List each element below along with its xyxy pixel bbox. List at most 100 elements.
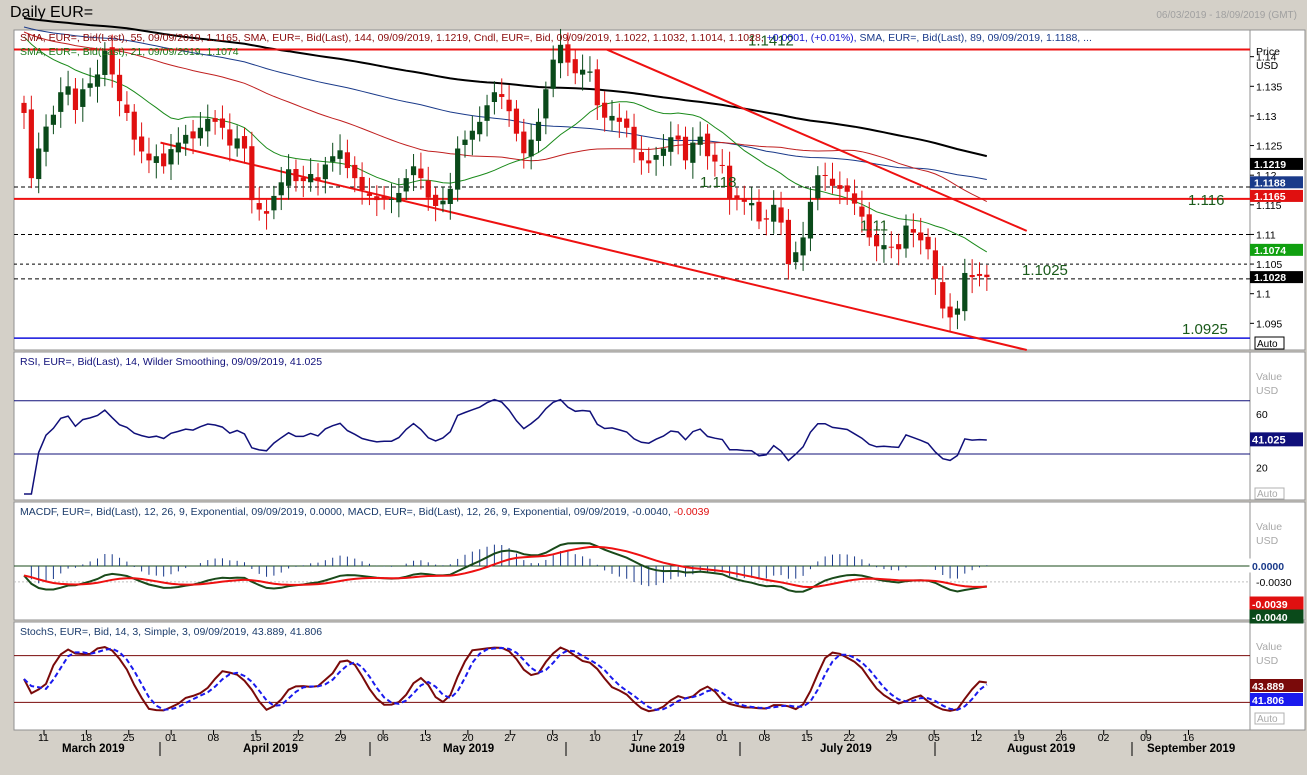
candle-body	[910, 229, 916, 233]
month-label: June 2019	[629, 743, 685, 755]
candle-body	[888, 246, 894, 248]
candle-body	[513, 108, 520, 134]
x-tick-label: 02	[1098, 732, 1110, 744]
candle-body	[925, 236, 931, 250]
level-annotation: 1.11	[860, 217, 888, 234]
x-tick-label: 12	[971, 732, 983, 744]
candle-body	[131, 111, 137, 140]
candle-body	[543, 89, 549, 119]
candle-body	[793, 252, 799, 263]
macd-tag-label: -0.0040	[1252, 612, 1288, 624]
rsi-legend: RSI, EUR=, Bid(Last), 14, Wilder Smoothi…	[20, 356, 322, 368]
candle-body	[161, 153, 167, 167]
candle-body	[94, 74, 101, 87]
price-tick-label: 1.105	[1256, 259, 1282, 271]
macd-tag-label: 0.0000	[1252, 561, 1284, 573]
candle-body	[286, 169, 292, 186]
candle-body	[918, 232, 924, 241]
candle-body	[359, 176, 365, 190]
candle-body	[374, 196, 380, 201]
candle-body	[308, 174, 314, 183]
x-tick-label: 29	[335, 732, 347, 744]
candle-body	[293, 169, 299, 182]
chart-svg[interactable]: 1.141.1351.131.1251.121.1151.111.1051.11…	[0, 0, 1307, 775]
candle-body	[278, 182, 284, 196]
candle-body	[499, 94, 505, 97]
candle-body	[763, 218, 769, 220]
price-tag-label: 1.1188	[1254, 177, 1286, 189]
candle-body	[719, 164, 725, 166]
candle-body	[477, 121, 483, 135]
macd-legend: MACDF, EUR=, Bid(Last), 12, 26, 9, Expon…	[20, 506, 709, 518]
candle-body	[587, 71, 593, 73]
candle-body	[65, 86, 71, 95]
candle-body	[535, 121, 542, 141]
candle-body	[241, 136, 248, 149]
month-label: April 2019	[243, 743, 298, 755]
candle-body	[800, 237, 806, 256]
candle-body	[190, 131, 196, 139]
candle-body	[624, 118, 630, 128]
x-tick-label: 06	[377, 732, 389, 744]
candle-body	[660, 148, 667, 156]
rsi-panel[interactable]	[13, 351, 1251, 501]
candle-body	[484, 105, 490, 121]
price-axis-title-1: Price	[1256, 46, 1280, 58]
candle-body	[396, 192, 402, 203]
candle-body	[330, 156, 336, 162]
stoch-panel[interactable]	[13, 621, 1251, 731]
candle-body	[87, 83, 93, 88]
price-tag-label: 1.1074	[1254, 245, 1286, 257]
candle-body	[859, 206, 865, 217]
price-tick-label: 1.11	[1256, 229, 1276, 241]
candle-body	[874, 235, 880, 247]
candle-body	[896, 244, 902, 250]
rsi-tick-label: 20	[1256, 462, 1268, 474]
candle-body	[557, 44, 564, 64]
candle-body	[976, 273, 983, 276]
x-tick-label: 05	[928, 732, 940, 744]
candle-body	[43, 126, 49, 152]
price-tick-label: 1.095	[1256, 318, 1282, 330]
candle-body	[704, 133, 711, 157]
x-tick-label: 01	[716, 732, 728, 744]
candle-body	[734, 195, 740, 199]
candle-body	[72, 88, 79, 110]
candle-body	[785, 219, 791, 265]
rsi-axis-title-2: USD	[1256, 385, 1279, 397]
level-annotation: 1.0925	[1182, 321, 1228, 338]
candle-body	[653, 155, 659, 160]
candle-body	[322, 164, 328, 180]
month-label: July 2019	[820, 743, 872, 755]
macd-axis-title-1: Value	[1256, 521, 1282, 533]
candle-body	[984, 274, 990, 278]
x-tick-label: 13	[419, 732, 431, 744]
price-tag-label: 1.1028	[1254, 272, 1286, 284]
candle-body	[712, 154, 718, 162]
candle-body	[205, 118, 211, 132]
candle-body	[528, 139, 534, 157]
candle-body	[697, 136, 703, 145]
macd-tick-label: -0.0030	[1256, 577, 1292, 589]
candle-body	[116, 74, 123, 102]
price-tick-label: 1.125	[1256, 141, 1282, 153]
price-panel[interactable]	[13, 29, 1251, 351]
candle-body	[197, 127, 203, 139]
price-tag-label: 1.1165	[1254, 191, 1286, 203]
month-label: March 2019	[62, 743, 125, 755]
candle-body	[491, 92, 497, 103]
level-annotation: 1.118	[700, 174, 736, 191]
month-label: September 2019	[1147, 743, 1235, 755]
price-legend-2: SMA, EUR=, Bid(Last), 21, 09/09/2019, 1.…	[20, 46, 239, 58]
candle-body	[175, 142, 181, 153]
candle-body	[80, 89, 86, 107]
candle-body	[837, 185, 843, 189]
month-label: August 2019	[1007, 743, 1075, 755]
candle-body	[940, 282, 946, 309]
stoch-tag-label: 41.806	[1252, 695, 1284, 707]
candle-body	[954, 308, 961, 315]
candle-body	[749, 203, 755, 206]
candle-body	[609, 115, 615, 121]
rsi-axis-title-1: Value	[1256, 371, 1282, 383]
candle-body	[594, 69, 600, 106]
